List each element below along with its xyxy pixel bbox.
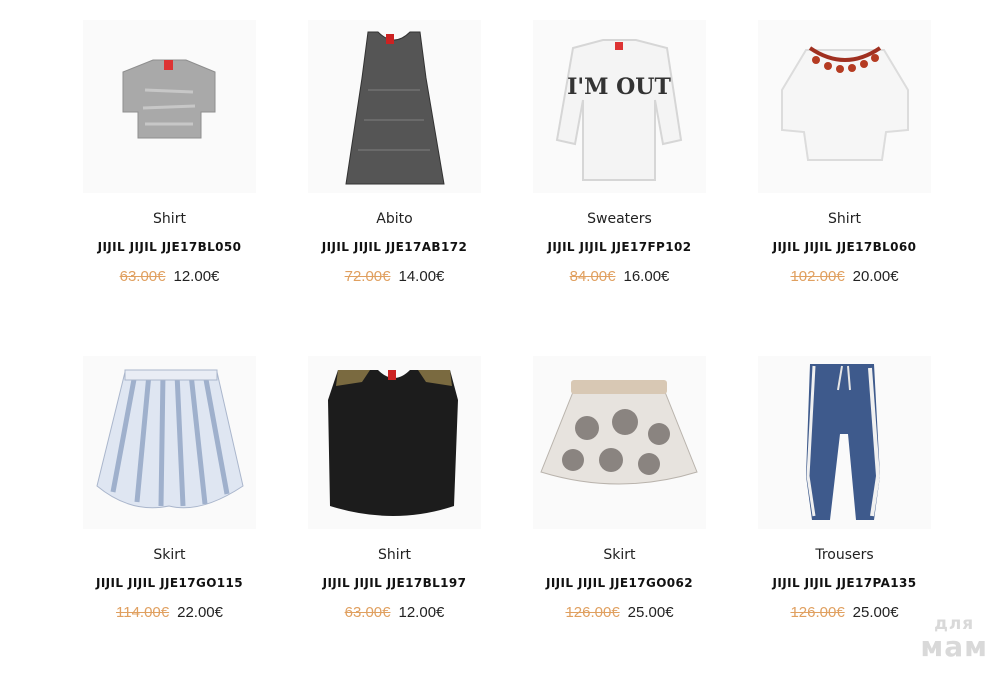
svg-text:I'M OUT: I'M OUT <box>567 74 671 100</box>
product-image[interactable] <box>758 356 931 529</box>
watermark-line2: мам <box>920 630 988 663</box>
product-name[interactable]: JIJIL JIJIL JJE17BL060 <box>732 240 957 254</box>
product-name[interactable]: JIJIL JIJIL JJE17FP102 <box>507 240 732 254</box>
product-name[interactable]: JIJIL JIJIL JJE17PA135 <box>732 576 957 590</box>
product-image[interactable] <box>83 356 256 529</box>
striped-skirt-image <box>96 369 244 509</box>
product-category: Abito <box>376 211 413 227</box>
sale-price: 22.00€ <box>177 604 223 621</box>
product-image[interactable] <box>83 20 256 193</box>
product-card[interactable]: Skirt JIJIL JIJIL JJE17GO062 126.00€ 25.0… <box>507 336 732 672</box>
white-blouse-image <box>781 46 909 161</box>
product-card[interactable]: Shirt JIJIL JIJIL JJE17BL050 63.00€ 12.00… <box>57 0 282 336</box>
product-image[interactable] <box>533 356 706 529</box>
product-category: Shirt <box>153 211 186 227</box>
sale-price: 20.00€ <box>852 268 899 285</box>
sale-price: 25.00€ <box>627 604 674 621</box>
white-sweatshirt-image: I'M OUT <box>555 39 683 181</box>
old-price: 114.00€ <box>116 604 170 621</box>
product-prices: 63.00€ 12.00€ <box>57 268 282 285</box>
old-price: 72.00€ <box>344 268 391 285</box>
dark-grey-dress-image <box>345 31 445 185</box>
old-price: 63.00€ <box>119 268 166 285</box>
product-card[interactable]: Shirt JIJIL JIJIL JJE17BL060 102.00€ 20.0… <box>732 0 957 336</box>
product-category: Trousers <box>815 547 874 563</box>
sale-price: 16.00€ <box>623 268 670 285</box>
product-name[interactable]: JIJIL JIJIL JJE17GO062 <box>507 576 732 590</box>
product-category: Skirt <box>153 547 186 563</box>
product-name[interactable]: JIJIL JIJIL JJE17BL197 <box>282 576 507 590</box>
product-prices: 102.00€ 20.00€ <box>732 268 957 285</box>
old-price: 102.00€ <box>790 268 845 285</box>
sale-price: 12.00€ <box>398 604 445 621</box>
product-category: Shirt <box>378 547 411 563</box>
product-card[interactable]: Abito JIJIL JIJIL JJE17AB172 72.00€ 14.00… <box>282 0 507 336</box>
sale-price: 25.00€ <box>852 604 899 621</box>
product-name[interactable]: JIJIL JIJIL JJE17BL050 <box>57 240 282 254</box>
black-top-image <box>328 370 458 516</box>
old-price: 63.00€ <box>344 604 391 621</box>
product-category: Shirt <box>828 211 861 227</box>
sale-price: 12.00€ <box>173 268 220 285</box>
grey-crop-top-image <box>122 59 216 139</box>
product-image[interactable] <box>308 20 481 193</box>
product-category: Sweaters <box>587 211 652 227</box>
product-prices: 84.00€ 16.00€ <box>507 268 732 285</box>
product-prices: 126.00€ 25.00€ <box>507 604 732 621</box>
product-name[interactable]: JIJIL JIJIL JJE17GO115 <box>57 576 282 590</box>
product-category: Skirt <box>603 547 636 563</box>
old-price: 126.00€ <box>565 604 620 621</box>
old-price: 126.00€ <box>790 604 845 621</box>
old-price: 84.00€ <box>569 268 616 285</box>
product-name[interactable]: JIJIL JIJIL JJE17AB172 <box>282 240 507 254</box>
product-image[interactable] <box>758 20 931 193</box>
product-card[interactable]: I'M OUT Sweaters JIJIL JIJIL JJE17FP102 … <box>507 0 732 336</box>
floral-skirt-image <box>540 380 698 485</box>
product-prices: 114.00€ 22.00€ <box>57 604 282 621</box>
product-image[interactable]: I'M OUT <box>533 20 706 193</box>
product-image[interactable] <box>308 356 481 529</box>
sale-price: 14.00€ <box>398 268 445 285</box>
product-card[interactable]: Skirt JIJIL JIJIL JJE17GO115 114.00€ 22.0… <box>57 336 282 672</box>
site-watermark: для мам <box>920 616 988 661</box>
blue-trousers-image <box>806 364 881 520</box>
product-prices: 63.00€ 12.00€ <box>282 604 507 621</box>
product-prices: 72.00€ 14.00€ <box>282 268 507 285</box>
product-card[interactable]: Shirt JIJIL JIJIL JJE17BL197 63.00€ 12.00… <box>282 336 507 672</box>
